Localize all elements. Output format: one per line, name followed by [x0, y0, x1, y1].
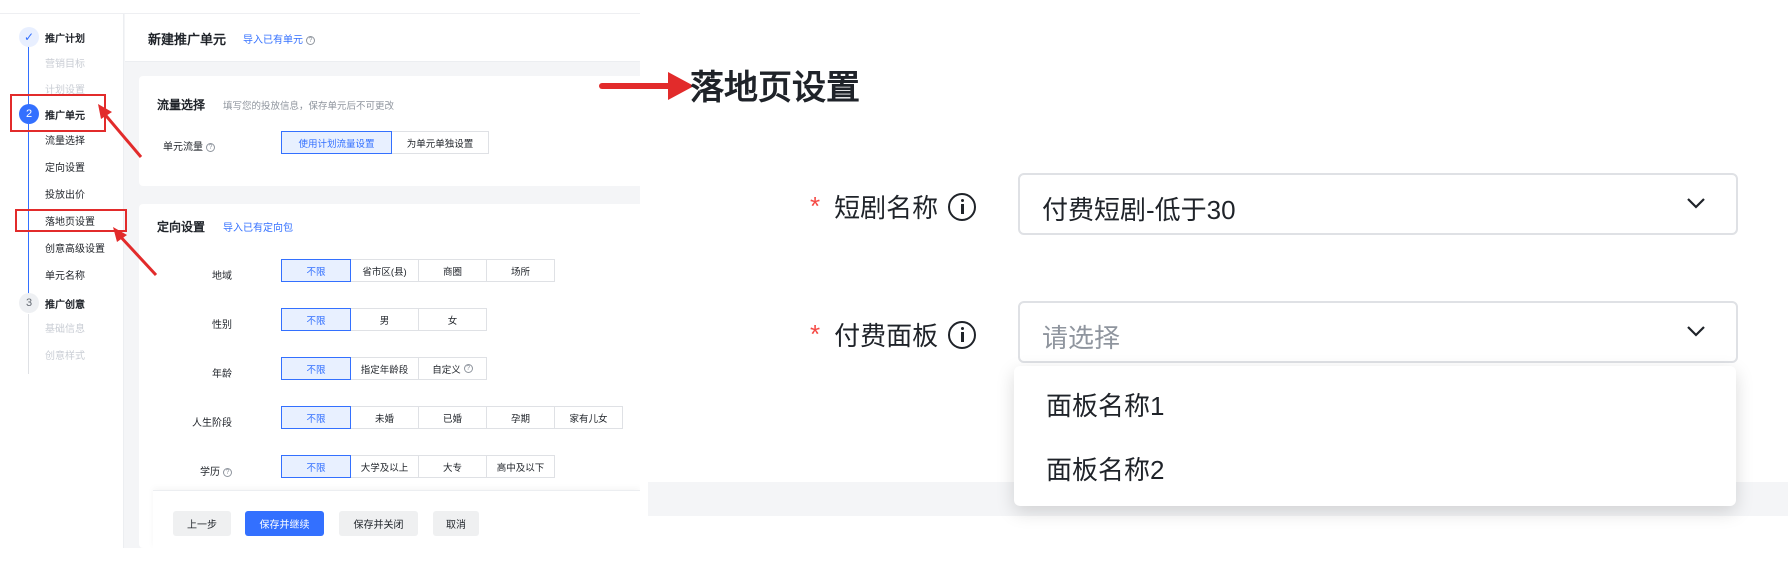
region-unlimited[interactable]: 不限 [281, 259, 351, 282]
age-unlimited[interactable]: 不限 [281, 357, 351, 380]
info-icon[interactable] [948, 192, 977, 221]
life-stage-unlimited[interactable]: 不限 [281, 406, 351, 429]
pay-panel-placeholder: 请选择 [1042, 323, 1121, 353]
drama-name-label-text: 短剧名称 [834, 193, 939, 223]
education-unlimited[interactable]: 不限 [281, 455, 351, 478]
pay-panel-label-text: 付费面板 [834, 321, 939, 351]
info-icon[interactable] [948, 320, 977, 349]
use-plan-traffic-option[interactable]: 使用计划流量设置 [281, 131, 392, 154]
dropdown-option[interactable]: 面板名称1 [1046, 386, 1164, 423]
landing-page-title: 落地页设置 [690, 69, 860, 107]
pay-panel-label: * 付费面板 [810, 316, 977, 353]
drama-name-select[interactable]: 付费短剧-低于30 [1018, 173, 1738, 235]
dropdown-option[interactable]: 面板名称2 [1046, 450, 1164, 487]
annotation-arrow-line [116, 232, 158, 277]
left-screenshot: ✓ 推广计划 营销目标 计划设置 2 推广单元 流量选择 定向设置 投放出价 落… [0, 0, 640, 548]
annotation-arrow-right [599, 72, 694, 100]
required-mark: * [810, 191, 821, 221]
annotation-arrow-line [100, 110, 143, 158]
chevron-down-icon [1687, 198, 1705, 209]
gender-unlimited[interactable]: 不限 [281, 308, 351, 331]
drama-name-value: 付费短剧-低于30 [1042, 195, 1236, 225]
pay-panel-dropdown: 面板名称1 面板名称2 [1014, 366, 1736, 506]
pay-panel-select[interactable]: 请选择 [1018, 301, 1738, 363]
drama-name-label: * 短剧名称 [810, 188, 977, 225]
required-mark: * [810, 319, 821, 349]
chevron-down-icon [1687, 326, 1705, 337]
